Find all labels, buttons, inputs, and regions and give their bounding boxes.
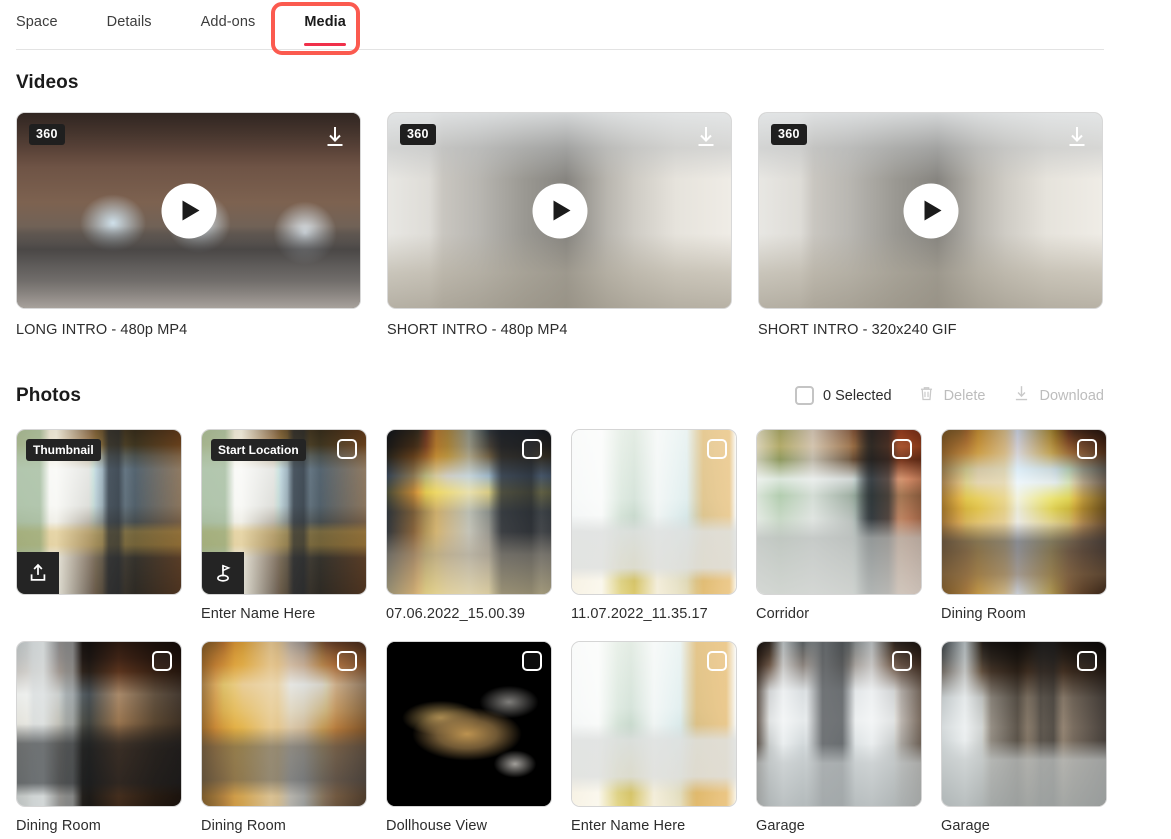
photo-select-checkbox[interactable] <box>337 439 357 459</box>
photo-caption: 11.07.2022_11.35.17 <box>571 606 708 622</box>
photo-card[interactable]: Dining Room <box>16 641 182 834</box>
photo-caption: Garage <box>941 818 990 834</box>
start-location-badge: Start Location <box>211 439 306 461</box>
select-all-checkbox[interactable] <box>795 386 815 405</box>
photos-section-header: Photos 0 Selected Delete Download <box>16 384 1104 407</box>
photo-thumbnail[interactable] <box>571 641 737 807</box>
photo-thumbnail[interactable] <box>571 429 737 595</box>
active-tab-underline <box>304 43 346 46</box>
photo-thumbnail[interactable]: Start Location <box>201 429 367 595</box>
tab-label: Add-ons <box>200 14 256 30</box>
videos-grid: 360 LONG INTRO - 480p MP4 360 SHORT INTR… <box>16 112 1155 338</box>
video-caption: LONG INTRO - 480p MP4 <box>16 322 188 338</box>
tab-space[interactable]: Space <box>16 0 58 46</box>
video-thumbnail[interactable]: 360 <box>758 112 1103 309</box>
tab-bar: Space Details Add-ons Media <box>16 0 1104 55</box>
photo-caption: Corridor <box>756 606 810 622</box>
photo-thumbnail[interactable] <box>756 641 922 807</box>
photo-thumbnail[interactable] <box>756 429 922 595</box>
tab-add-ons[interactable]: Add-ons <box>201 0 256 46</box>
delete-label: Delete <box>943 387 986 404</box>
photo-caption: Enter Name Here <box>201 606 316 622</box>
start-location-icon[interactable] <box>202 552 244 594</box>
photo-thumbnail[interactable] <box>201 641 367 807</box>
tab-label: Details <box>106 14 152 30</box>
photo-card[interactable]: Dollhouse View <box>386 641 552 834</box>
photo-thumbnail[interactable] <box>941 429 1107 595</box>
photos-section: Photos 0 Selected Delete Download Thumbn… <box>0 384 1171 834</box>
photos-toolbar: 0 Selected Delete Download <box>795 384 1104 407</box>
photo-caption: Dining Room <box>941 606 1026 622</box>
photo-card[interactable]: Enter Name Here <box>571 641 737 834</box>
download-icon[interactable] <box>1064 124 1090 150</box>
download-button[interactable]: Download <box>1012 384 1105 407</box>
photo-thumbnail[interactable]: Thumbnail <box>16 429 182 595</box>
photo-select-checkbox[interactable] <box>522 651 542 671</box>
video-caption: SHORT INTRO - 480p MP4 <box>387 322 568 338</box>
selected-count-label: 0 Selected <box>823 387 892 404</box>
tab-label: Space <box>16 14 58 30</box>
photo-card[interactable]: Corridor <box>756 429 922 622</box>
photo-card[interactable]: Garage <box>756 641 922 834</box>
video-360-badge: 360 <box>29 124 65 145</box>
photo-caption: 07.06.2022_15.00.39 <box>386 606 525 622</box>
download-icon[interactable] <box>322 124 348 150</box>
play-icon[interactable] <box>161 183 216 238</box>
photo-select-checkbox[interactable] <box>1077 651 1097 671</box>
video-card[interactable]: 360 SHORT INTRO - 320x240 GIF <box>758 112 1103 338</box>
photo-card[interactable]: 07.06.2022_15.00.39 <box>386 429 552 622</box>
photo-select-checkbox[interactable] <box>707 651 727 671</box>
download-icon <box>1012 384 1031 407</box>
tab-details[interactable]: Details <box>107 0 152 46</box>
play-icon[interactable] <box>903 183 958 238</box>
photo-card[interactable]: Thumbnail <box>16 429 182 622</box>
tab-label: Media <box>304 14 346 30</box>
photo-thumbnail[interactable] <box>386 429 552 595</box>
videos-section: Videos 360 LONG INTRO - 480p MP4 360 SHO… <box>0 72 1171 338</box>
photo-card[interactable]: Dining Room <box>201 641 367 834</box>
upload-icon[interactable] <box>17 552 59 594</box>
photo-caption: Garage <box>756 818 805 834</box>
video-card[interactable]: 360 LONG INTRO - 480p MP4 <box>16 112 361 338</box>
photo-card[interactable]: Start Location Enter Name Here <box>201 429 367 622</box>
photo-thumbnail[interactable] <box>386 641 552 807</box>
select-all-control[interactable]: 0 Selected <box>795 386 892 405</box>
video-360-badge: 360 <box>771 124 807 145</box>
photo-caption: Enter Name Here <box>571 818 686 834</box>
tab-media[interactable]: Media <box>304 0 346 46</box>
photo-thumbnail[interactable] <box>16 641 182 807</box>
delete-button[interactable]: Delete <box>918 384 986 407</box>
videos-title: Videos <box>16 72 79 93</box>
photo-caption: Dollhouse View <box>386 818 488 834</box>
photo-select-checkbox[interactable] <box>1077 439 1097 459</box>
video-thumbnail[interactable]: 360 <box>16 112 361 309</box>
video-thumbnail[interactable]: 360 <box>387 112 732 309</box>
video-360-badge: 360 <box>400 124 436 145</box>
photos-grid: Thumbnail Start Location Enter Name Here… <box>16 429 1155 834</box>
photo-select-checkbox[interactable] <box>892 651 912 671</box>
video-caption: SHORT INTRO - 320x240 GIF <box>758 322 957 338</box>
download-label: Download <box>1039 387 1105 404</box>
photo-card[interactable]: Garage <box>941 641 1107 834</box>
photo-select-checkbox[interactable] <box>337 651 357 671</box>
photo-select-checkbox[interactable] <box>522 439 542 459</box>
thumbnail-badge: Thumbnail <box>26 439 101 461</box>
download-icon[interactable] <box>693 124 719 150</box>
video-card[interactable]: 360 SHORT INTRO - 480p MP4 <box>387 112 732 338</box>
trash-icon <box>918 384 935 407</box>
photo-card[interactable]: Dining Room <box>941 429 1107 622</box>
photo-thumbnail[interactable] <box>941 641 1107 807</box>
photo-select-checkbox[interactable] <box>152 651 172 671</box>
photo-caption: Dining Room <box>16 818 101 834</box>
photo-caption: Dining Room <box>201 818 286 834</box>
photo-select-checkbox[interactable] <box>707 439 727 459</box>
photo-card[interactable]: 11.07.2022_11.35.17 <box>571 429 737 622</box>
videos-section-header: Videos <box>16 72 1104 94</box>
photos-title: Photos <box>16 384 81 406</box>
play-icon[interactable] <box>532 183 587 238</box>
photo-select-checkbox[interactable] <box>892 439 912 459</box>
